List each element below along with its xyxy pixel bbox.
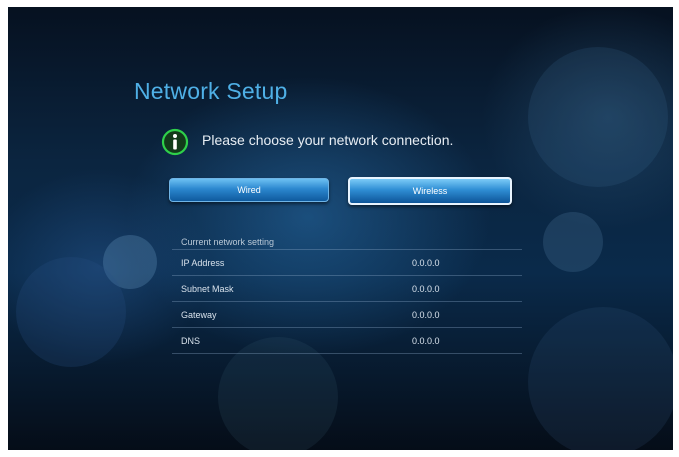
background-bokeh bbox=[103, 235, 157, 289]
background-bokeh bbox=[16, 257, 126, 367]
setting-label: Subnet Mask bbox=[181, 284, 234, 294]
setting-row-gateway: Gateway 0.0.0.0 bbox=[172, 301, 522, 327]
setting-label: DNS bbox=[181, 336, 201, 346]
background-bokeh bbox=[543, 212, 603, 272]
background-bokeh bbox=[528, 47, 668, 187]
current-network-settings: Current network setting IP Address 0.0.0… bbox=[172, 235, 522, 354]
setting-value: 0.0.0.0 bbox=[412, 336, 440, 346]
wireless-button[interactable]: Wireless bbox=[348, 177, 512, 205]
setting-value: 0.0.0.0 bbox=[412, 258, 440, 268]
setting-row-subnet-mask: Subnet Mask 0.0.0.0 bbox=[172, 275, 522, 301]
setting-value: 0.0.0.0 bbox=[412, 310, 440, 320]
wired-button[interactable]: Wired bbox=[169, 178, 329, 202]
page-title: Network Setup bbox=[134, 78, 288, 104]
setting-label: IP Address bbox=[181, 258, 225, 268]
connection-prompt: Please choose your network connection. bbox=[202, 132, 454, 148]
setting-value: 0.0.0.0 bbox=[412, 284, 440, 294]
setting-row-dns: DNS 0.0.0.0 bbox=[172, 327, 522, 354]
setting-label: Gateway bbox=[181, 310, 217, 320]
settings-header: Current network setting bbox=[181, 237, 275, 247]
background-bokeh bbox=[528, 307, 673, 450]
info-circle-icon bbox=[161, 128, 189, 156]
setting-row-ip-address: IP Address 0.0.0.0 bbox=[172, 249, 522, 275]
screenshot-frame: Network Setup Please choose your network… bbox=[0, 0, 679, 457]
tv-screen: Network Setup Please choose your network… bbox=[8, 7, 673, 450]
